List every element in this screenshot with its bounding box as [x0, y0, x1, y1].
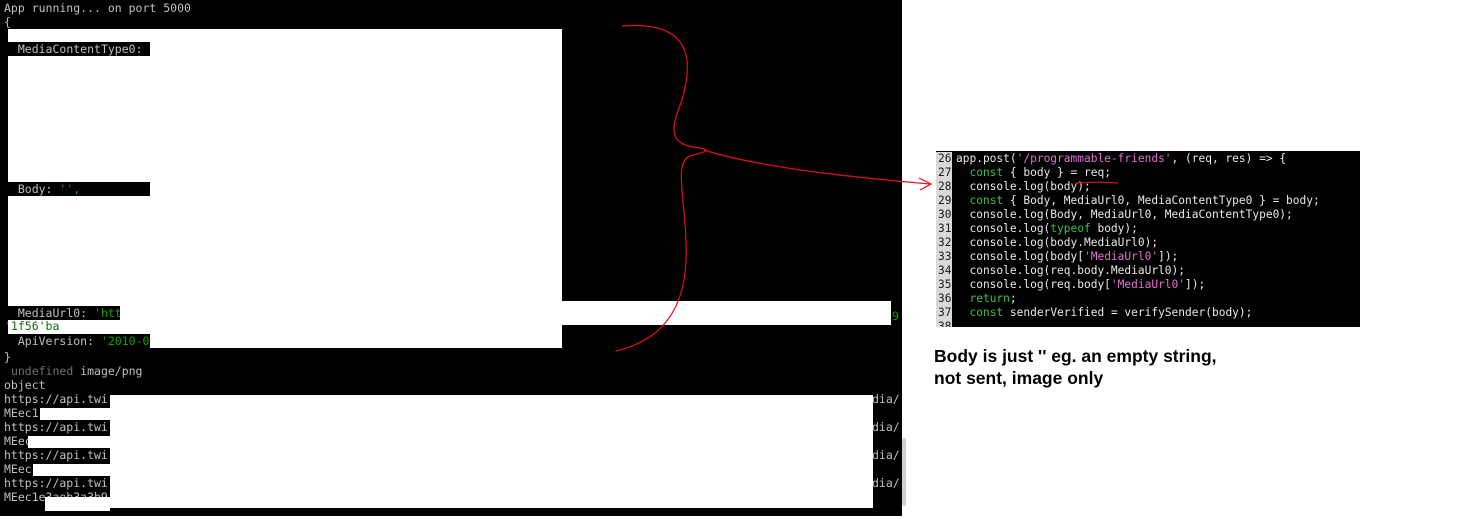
arrow-annotation [703, 149, 931, 185]
red-annotation-overlay [615, 24, 1119, 352]
curly-brace-annotation [615, 24, 707, 352]
underline-annotation [1075, 181, 1119, 184]
